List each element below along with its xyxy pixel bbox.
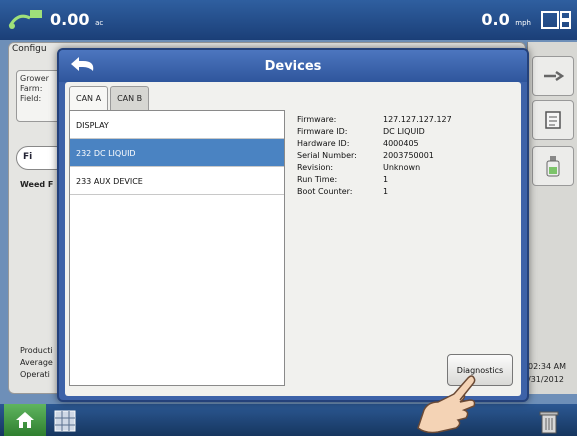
revision-label: Revision: xyxy=(297,163,334,172)
firmware-label: Firmware: xyxy=(297,115,337,124)
wrench-icon xyxy=(544,70,564,82)
info-row-revision: Revision: Unknown xyxy=(297,162,452,174)
grid-icon[interactable] xyxy=(54,410,76,432)
device-row-dc-liquid[interactable]: 232 DC LIQUID xyxy=(70,139,284,167)
home-icon xyxy=(16,412,34,428)
field-button-label: Fi xyxy=(23,152,33,162)
tab-can-a[interactable]: CAN A xyxy=(69,86,109,110)
info-row-firmware: Firmware: 127.127.127.127 xyxy=(297,114,452,126)
gps-signal-icon xyxy=(8,10,42,29)
weed-label: Weed F xyxy=(20,180,54,189)
date-label: /31/2012 xyxy=(528,375,564,384)
wrench-tool-button[interactable] xyxy=(532,56,574,96)
area-unit: ac xyxy=(95,19,104,27)
firmware-id-label: Firmware ID: xyxy=(297,127,348,136)
area-value: 0.00 xyxy=(50,10,90,29)
devices-dialog: Devices CAN A CAN B DISPLAY 232 DC LIQUI… xyxy=(57,48,529,402)
firmware-id-value: DC LIQUID xyxy=(383,127,425,136)
product-button[interactable] xyxy=(532,146,574,186)
operation-label: Operati xyxy=(20,370,50,379)
speed-value: 0.0 xyxy=(481,10,510,29)
config-label: Configu xyxy=(12,44,47,54)
run-time-value: 1 xyxy=(383,175,389,184)
device-list: DISPLAY 232 DC LIQUID 233 AUX DEVICE xyxy=(69,110,285,386)
home-button[interactable] xyxy=(4,404,46,436)
bottom-nav-bar xyxy=(0,404,577,436)
top-status-bar: 0.00 ac 0.0 mph xyxy=(0,0,577,40)
speed-unit: mph xyxy=(515,19,531,27)
production-label: Producti xyxy=(20,346,53,355)
dialog-header: Devices xyxy=(59,50,527,82)
dialog-body: CAN A CAN B DISPLAY 232 DC LIQUID 233 AU… xyxy=(65,82,521,396)
area-readout: 0.00 ac xyxy=(50,10,103,29)
device-row-display[interactable]: DISPLAY xyxy=(70,111,284,139)
boot-counter-value: 1 xyxy=(383,187,389,196)
info-row-serial-number: Serial Number: 2003750001 xyxy=(297,150,452,162)
trash-icon[interactable] xyxy=(538,410,560,434)
boot-counter-label: Boot Counter: xyxy=(297,187,353,196)
average-label: Average xyxy=(20,358,53,367)
hardware-id-value: 4000405 xyxy=(383,139,419,148)
bottle-icon xyxy=(546,156,560,177)
firmware-value: 127.127.127.127 xyxy=(383,115,452,124)
tab-can-b[interactable]: CAN B xyxy=(110,86,150,110)
dialog-title: Devices xyxy=(264,59,322,74)
info-row-boot-counter: Boot Counter: 1 xyxy=(297,186,452,198)
info-row-firmware-id: Firmware ID: DC LIQUID xyxy=(297,126,452,138)
screen-layout-icon[interactable] xyxy=(541,11,571,29)
revision-value: Unknown xyxy=(383,163,421,172)
device-row-aux-device[interactable]: 233 AUX DEVICE xyxy=(70,167,284,195)
document-button[interactable] xyxy=(532,100,574,140)
can-tabs: CAN A CAN B xyxy=(69,86,151,110)
document-icon xyxy=(545,111,561,129)
clock-readout: 02:34 AM /31/2012 xyxy=(528,360,566,386)
time-label: 02:34 AM xyxy=(528,362,566,371)
serial-number-label: Serial Number: xyxy=(297,151,357,160)
info-row-run-time: Run Time: 1 xyxy=(297,174,452,186)
info-row-hardware-id: Hardware ID: 4000405 xyxy=(297,138,452,150)
serial-number-value: 2003750001 xyxy=(383,151,434,160)
right-tool-column xyxy=(527,42,577,394)
pointing-hand-icon xyxy=(417,375,476,434)
run-time-label: Run Time: xyxy=(297,175,338,184)
hardware-id-label: Hardware ID: xyxy=(297,139,350,148)
speed-readout: 0.0 mph xyxy=(481,10,531,29)
operation-summary: Producti Average Operati xyxy=(20,345,53,381)
device-info-panel: Firmware: 127.127.127.127 Firmware ID: D… xyxy=(297,114,452,198)
